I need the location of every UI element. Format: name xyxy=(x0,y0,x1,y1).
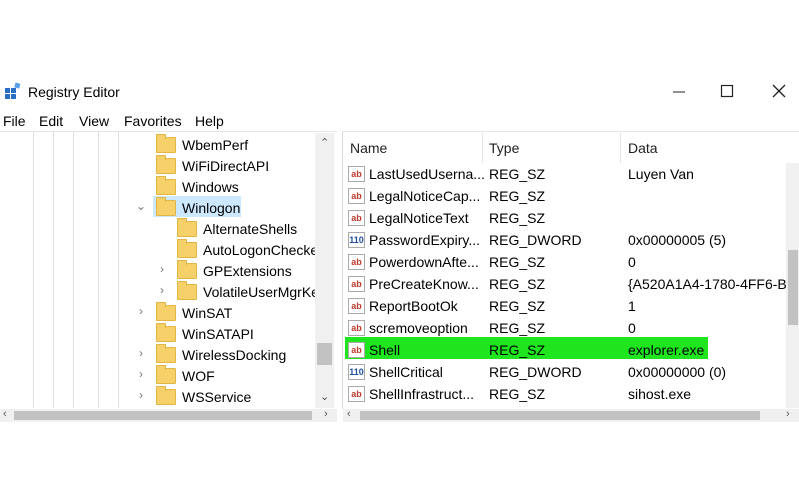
folder-icon xyxy=(156,175,176,195)
scroll-down-icon[interactable]: ⌄ xyxy=(320,390,329,403)
folder-icon xyxy=(156,301,176,321)
scroll-left-icon[interactable]: ‹ xyxy=(3,408,7,420)
value-row[interactable]: ab ShellInfrastruct... REG_SZ sihost.exe xyxy=(345,383,790,405)
folder-icon xyxy=(156,322,176,342)
expand-chevron-icon[interactable]: ⌄ xyxy=(136,199,146,213)
tree-item-windows[interactable]: Windows xyxy=(156,175,239,197)
value-row[interactable]: ab scremoveoption REG_SZ 0 xyxy=(345,317,790,339)
minimize-icon xyxy=(673,91,685,93)
value-row-shell[interactable]: ab Shell REG_SZ explorer.exe xyxy=(345,339,790,361)
value-row[interactable]: ab PowerdownAfte... REG_SZ 0 xyxy=(345,251,790,273)
string-value-icon: ab xyxy=(348,386,365,402)
string-value-icon: ab xyxy=(348,210,365,226)
folder-icon xyxy=(177,280,197,300)
menu-bar xyxy=(0,110,799,132)
string-value-icon: ab xyxy=(348,342,365,358)
scroll-right-icon[interactable]: › xyxy=(786,408,790,420)
value-row[interactable]: ab ReportBootOk REG_SZ 1 xyxy=(345,295,790,317)
minimize-button[interactable] xyxy=(656,78,702,104)
value-row[interactable]: ab PreCreateKnow... REG_SZ {A520A1A4-178… xyxy=(345,273,797,295)
expand-chevron-icon[interactable]: › xyxy=(139,388,143,402)
folder-icon xyxy=(156,196,176,216)
tree-item-wof[interactable]: WOF xyxy=(156,364,215,386)
menu-edit[interactable]: Edit xyxy=(39,113,63,129)
value-row[interactable]: ab LastUsedUserna... REG_SZ Luyen Van xyxy=(345,163,790,185)
expand-chevron-icon[interactable]: › xyxy=(160,283,164,297)
tree-item-wbemperf[interactable]: WbemPerf xyxy=(156,133,248,155)
folder-icon xyxy=(156,133,176,153)
tree-item-wirelessdocking[interactable]: WirelessDocking xyxy=(156,343,286,365)
tree-item-gpextensions[interactable]: GPExtensions xyxy=(177,259,292,281)
tree-scroll-thumb[interactable] xyxy=(317,343,332,365)
dword-value-icon: 110 xyxy=(348,232,365,248)
dword-value-icon: 110 xyxy=(348,364,365,380)
expand-chevron-icon[interactable]: › xyxy=(139,367,143,381)
string-value-icon: ab xyxy=(348,276,365,292)
column-header-type[interactable]: Type xyxy=(489,140,519,156)
list-scroll-thumb[interactable] xyxy=(788,250,798,325)
list-hscroll-thumb[interactable] xyxy=(360,411,760,420)
value-row[interactable]: ab LegalNoticeText REG_SZ xyxy=(345,207,790,229)
scroll-up-icon[interactable]: ⌃ xyxy=(320,136,329,149)
folder-icon xyxy=(177,217,197,237)
menu-view[interactable]: View xyxy=(79,113,109,129)
expand-chevron-icon[interactable]: › xyxy=(160,262,164,276)
string-value-icon: ab xyxy=(348,298,365,314)
tree-item-autologonchecke[interactable]: AutoLogonChecke xyxy=(177,238,318,260)
scroll-right-icon[interactable]: › xyxy=(324,408,328,420)
tree-vertical-scrollbar[interactable] xyxy=(315,133,334,408)
menu-file[interactable]: File xyxy=(3,113,26,129)
string-value-icon: ab xyxy=(348,188,365,204)
folder-icon xyxy=(177,238,197,258)
string-value-icon: ab xyxy=(348,254,365,270)
maximize-button[interactable] xyxy=(704,78,750,104)
value-row[interactable]: ab LegalNoticeCap... REG_SZ xyxy=(345,185,790,207)
tree-item-wifidirectapi[interactable]: WiFiDirectAPI xyxy=(156,154,269,176)
folder-icon xyxy=(156,364,176,384)
column-header-data[interactable]: Data xyxy=(628,140,658,156)
close-button[interactable] xyxy=(756,78,799,104)
value-row[interactable]: 110 PasswordExpiry... REG_DWORD 0x000000… xyxy=(345,229,790,251)
tree-hscroll-thumb[interactable] xyxy=(14,411,312,420)
close-icon xyxy=(772,84,786,98)
window-title: Registry Editor xyxy=(28,84,120,100)
tree-item-volatileusermgrkey[interactable]: VolatileUserMgrKey xyxy=(177,280,326,302)
string-value-icon: ab xyxy=(348,166,365,182)
scroll-left-icon[interactable]: ‹ xyxy=(347,408,351,420)
tree-item-winsat[interactable]: WinSAT xyxy=(156,301,232,323)
menu-help[interactable]: Help xyxy=(195,113,224,129)
expand-chevron-icon[interactable]: › xyxy=(139,304,143,318)
menu-favorites[interactable]: Favorites xyxy=(124,113,182,129)
expand-chevron-icon[interactable]: › xyxy=(139,346,143,360)
folder-icon xyxy=(156,343,176,363)
registry-editor-icon xyxy=(4,82,22,100)
tree-item-winlogon[interactable]: Winlogon xyxy=(156,196,240,218)
folder-icon xyxy=(156,154,176,174)
tree-item-wsservice[interactable]: WSService xyxy=(156,385,251,407)
folder-icon xyxy=(177,259,197,279)
maximize-icon xyxy=(720,84,734,98)
column-header-name[interactable]: Name xyxy=(350,140,387,156)
tree-item-winsatapi[interactable]: WinSATAPI xyxy=(156,322,254,344)
tree-item-alternateshells[interactable]: AlternateShells xyxy=(177,217,297,239)
folder-icon xyxy=(156,385,176,405)
value-row[interactable]: 110 ShellCritical REG_DWORD 0x00000000 (… xyxy=(345,361,790,383)
string-value-icon: ab xyxy=(348,320,365,336)
